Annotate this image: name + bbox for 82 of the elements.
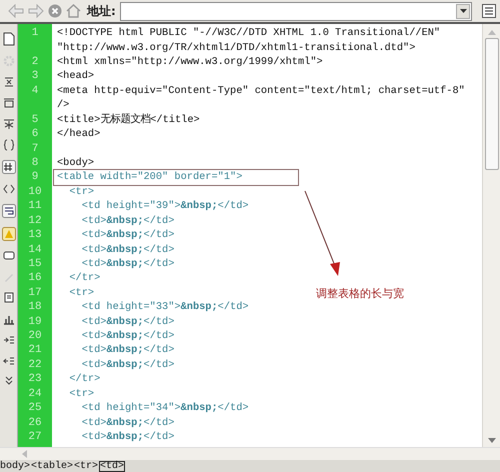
chart-icon[interactable]	[2, 313, 14, 325]
code-line: <tr>	[68, 186, 94, 198]
line-number: 2	[32, 56, 38, 68]
tag-selector-item[interactable]: <td>	[99, 461, 126, 472]
line-number: 24	[28, 388, 42, 400]
line-number: 16	[28, 272, 42, 284]
vertical-scrollbar[interactable]	[482, 24, 500, 447]
tag-selector-item[interactable]: <table>	[31, 461, 74, 472]
code-line: <html xmlns="http://www.w3.org/1999/xhtml">	[57, 56, 323, 68]
line-number: 12	[28, 214, 42, 227]
line-number: 19	[28, 316, 42, 328]
line-number: 4	[32, 84, 38, 97]
code-line: </head>	[57, 128, 100, 140]
line-number: 13	[28, 229, 42, 242]
annotation-label: 调整表格的长与宽	[316, 286, 404, 301]
chevron-down-icon[interactable]	[4, 376, 14, 386]
outdent-icon[interactable]	[2, 355, 14, 367]
line-number: 25	[28, 402, 42, 414]
wrap-icon[interactable]	[2, 204, 16, 218]
tag-selector-item[interactable]: <tr>	[74, 461, 98, 472]
code-line: <title>无标题文档</title>	[57, 114, 200, 126]
comment-icon[interactable]	[2, 250, 14, 262]
code-line: <td>&nbsp;</td>	[80, 358, 174, 371]
line-number: 27	[28, 431, 42, 444]
line-number: 15	[28, 258, 42, 270]
line-number: 14	[28, 244, 42, 256]
indent-icon[interactable]	[2, 334, 14, 346]
scroll-down-icon[interactable]	[488, 438, 496, 443]
code-line: <td>&nbsp;</td>	[80, 229, 174, 242]
snippet-icon[interactable]	[2, 292, 14, 304]
code-line: <td>&nbsp;</td>	[80, 244, 174, 256]
caret-icon	[460, 9, 466, 13]
code-line: <body>	[57, 157, 94, 169]
line-number: 21	[28, 344, 42, 356]
code-line: <td>&nbsp;</td>	[80, 258, 174, 270]
code-line: <tr>	[68, 388, 94, 400]
line-number: 26	[28, 416, 42, 429]
code-line: "http://www.w3.org/TR/xhtml1/DTD/xhtml1-transitional.dtd">	[57, 42, 416, 54]
code-line: <td>&nbsp;</td>	[80, 344, 174, 356]
horizontal-scrollbar[interactable]	[0, 447, 500, 460]
code-line: <meta http-equiv="Content-Type" content="text/html; charset=utf-8"	[57, 84, 465, 97]
stop-icon[interactable]	[48, 4, 62, 18]
scroll-thumb[interactable]	[484, 38, 498, 170]
line-number: 18	[28, 301, 42, 314]
code-line: <!DOCTYPE html PUBLIC "-//W3C//DTD XHTML 1.0 Transitional//EN"	[57, 27, 440, 40]
list-icon[interactable]	[482, 4, 496, 18]
frame-icon[interactable]	[2, 97, 14, 109]
code-line: </tr>	[68, 272, 100, 284]
code-line: <head>	[57, 70, 94, 82]
line-number: 6	[32, 128, 38, 140]
code-line: <td height="39">&nbsp;</td>	[80, 200, 249, 212]
code-line: </tr>	[68, 373, 100, 386]
address-field[interactable]	[120, 2, 472, 20]
line-number: 22	[28, 358, 42, 371]
hash-icon[interactable]	[2, 160, 16, 174]
code-line: <td>&nbsp;</td>	[80, 431, 174, 444]
code-line: <td>&nbsp;</td>	[80, 416, 174, 429]
code-line: />	[57, 99, 70, 112]
tag-selector-item[interactable]: body>	[0, 461, 30, 472]
line-number: 8	[32, 157, 38, 169]
code-line: <td>&nbsp;</td>	[80, 214, 174, 227]
line-number: 5	[32, 114, 38, 126]
asterisk-icon[interactable]	[2, 118, 14, 130]
code-tag-icon[interactable]	[2, 183, 14, 195]
line-number: 11	[28, 200, 42, 212]
line-number: 1	[32, 27, 38, 40]
line-number: 10	[28, 186, 42, 198]
document-icon[interactable]	[2, 32, 14, 46]
line-number: 17	[28, 286, 42, 299]
line-number: 23	[28, 373, 42, 386]
line-number: 3	[32, 70, 38, 82]
code-line: <tr>	[68, 286, 94, 299]
code-line: <td>&nbsp;</td>	[80, 330, 174, 342]
line-number: 20	[28, 330, 42, 342]
code-line: <td height="33">&nbsp;</td>	[80, 301, 249, 314]
code-line: <td>&nbsp;</td>	[80, 316, 174, 328]
braces-icon[interactable]	[2, 139, 14, 151]
dropdown-button[interactable]	[456, 4, 470, 18]
line-number: 9	[32, 171, 38, 184]
address-label: 地址:	[87, 2, 116, 20]
line-number: 7	[32, 142, 38, 155]
code-line: <td height="34">&nbsp;</td>	[80, 402, 249, 414]
